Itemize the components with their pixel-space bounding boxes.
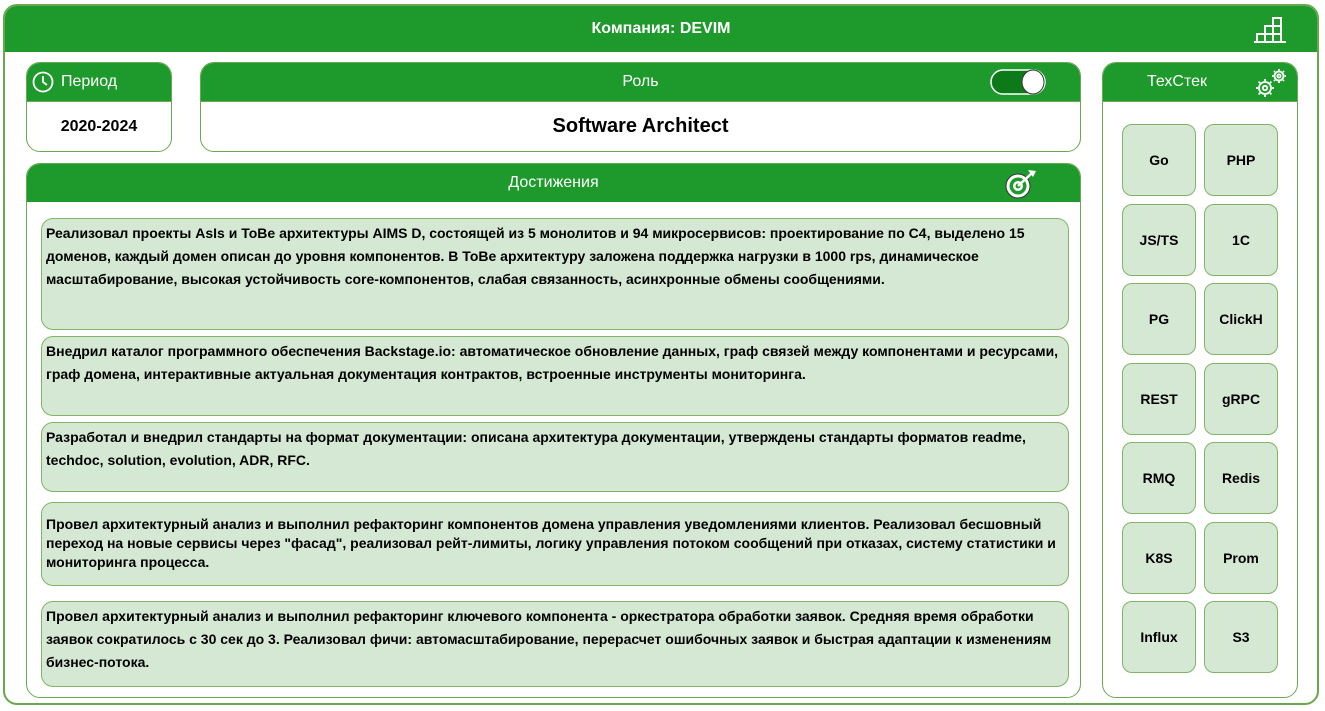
tech-chip: PHP [1204, 124, 1278, 196]
tech-chip: K8S [1122, 522, 1196, 594]
tech-chip: Redis [1204, 442, 1278, 514]
tech-chip: S3 [1204, 601, 1278, 673]
company-title: Компания: DEVIM [591, 20, 731, 37]
target-icon [1005, 170, 1036, 199]
gear-icon [1256, 69, 1286, 97]
tech-chip: JS/TS [1122, 204, 1196, 276]
tech-chip: REST [1122, 363, 1196, 435]
role-value: Software Architect [201, 101, 1080, 151]
achievements-header: Достижения [27, 164, 1080, 202]
achievement-item: Разработал и внедрил стандарты на формат… [41, 422, 1069, 492]
achievement-item: Внедрил каталог программного обеспечения… [41, 336, 1069, 416]
role-panel: Роль Software Architect [200, 62, 1081, 152]
techstack-label: ТехСтек [1147, 73, 1208, 90]
achievement-item: Реализовал проекты AsIs и ToBe архитекту… [41, 218, 1069, 330]
role-header: Роль [201, 63, 1080, 101]
role-label: Роль [622, 73, 659, 90]
achievements-panel: Достижения Реализовал проекты AsIs и ToB… [26, 163, 1081, 698]
period-label: Период [61, 73, 118, 90]
achievement-item: Провел архитектурный анализ и выполнил р… [41, 601, 1069, 687]
toggle-icon [990, 69, 1046, 95]
techstack-header: ТехСтек [1103, 63, 1297, 101]
period-value: 2020-2024 [27, 101, 171, 151]
tech-chip: RMQ [1122, 442, 1196, 514]
tech-chip: 1C [1204, 204, 1278, 276]
tech-chip: gRPC [1204, 363, 1278, 435]
tech-chip: PG [1122, 283, 1196, 355]
tech-chip: Influx [1122, 601, 1196, 673]
company-header: Компания: DEVIM [5, 6, 1317, 52]
building-icon [1254, 17, 1286, 43]
tech-chip: ClickH [1204, 283, 1278, 355]
achievements-label: Достижения [508, 174, 599, 191]
achievement-item: Провел архитектурный анализ и выполнил р… [41, 502, 1069, 586]
period-header: Период [27, 63, 171, 101]
tech-chip: Go [1122, 124, 1196, 196]
period-panel: Период 2020-2024 [26, 62, 172, 152]
techstack-panel: ТехСтек Go PHP JS/TS 1C PG ClickH REST g… [1102, 62, 1298, 698]
techstack-grid: Go PHP JS/TS 1C PG ClickH REST gRPC RMQ … [1103, 101, 1297, 697]
tech-chip: Prom [1204, 522, 1278, 594]
clock-icon [32, 71, 54, 93]
